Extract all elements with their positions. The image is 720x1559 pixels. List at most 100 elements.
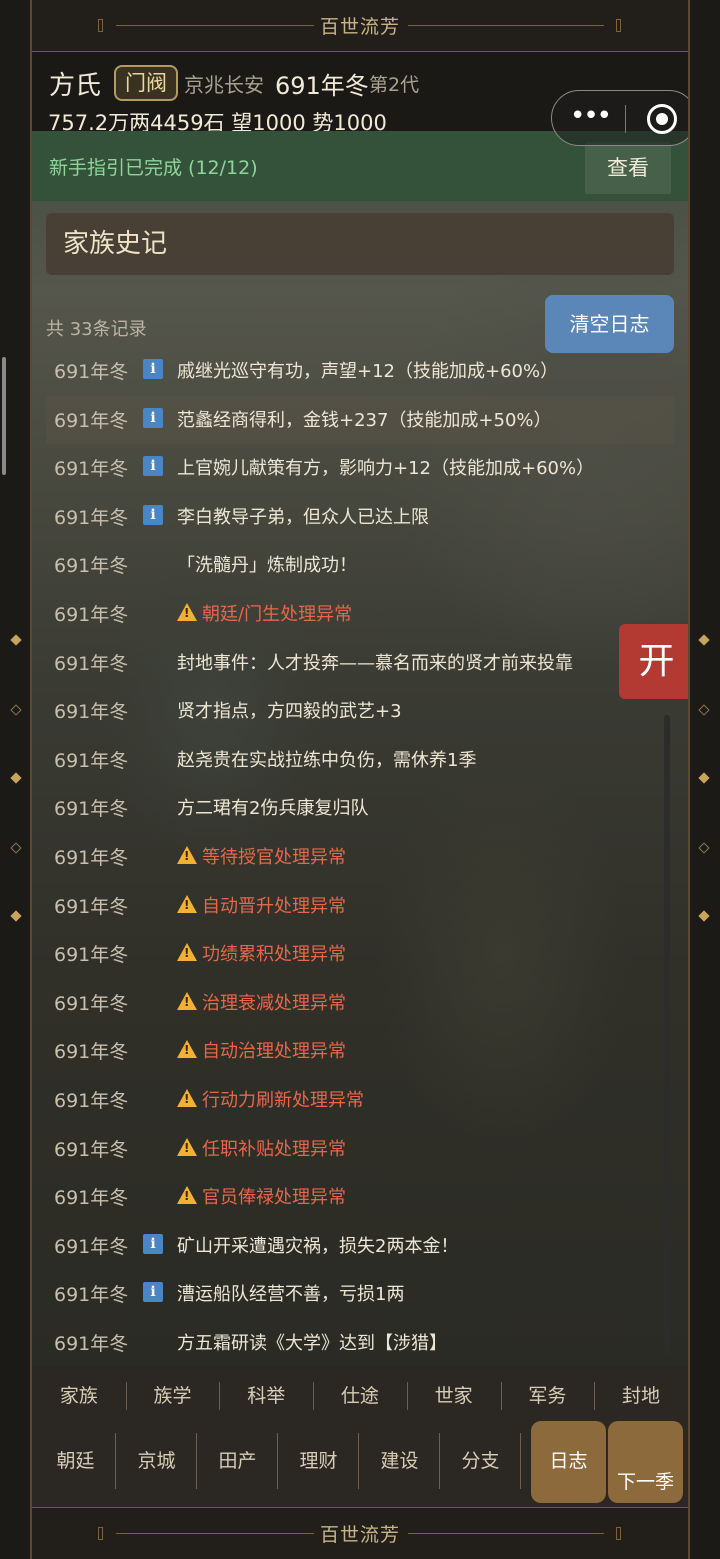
warning-icon: [177, 991, 197, 1010]
log-message: 自动晋升处理异常: [202, 895, 346, 917]
warning-icon: [177, 1040, 197, 1059]
log-message: 贤才指点，方四毅的武艺+3: [177, 701, 402, 723]
log-entry: 691年冬 i 漕运船队经营不善，亏损1两: [46, 1270, 674, 1319]
nav-divider: [313, 1382, 315, 1410]
nav-divider: [406, 1382, 408, 1410]
nav-tab[interactable]: 朝廷: [35, 1421, 116, 1503]
log-entry: 691年冬 行动力刷新处理异常: [46, 1076, 674, 1125]
log-message: 李白教导子弟，但众人已达上限: [177, 506, 429, 528]
log-time: 691年冬: [54, 1332, 129, 1355]
nav-divider: [520, 1433, 521, 1489]
nav-tab[interactable]: 科举: [219, 1374, 313, 1418]
main-screen: 方氏 门阀 京兆长安 691年冬 第2代 757.2万两4459石 望1000 …: [32, 53, 688, 1366]
next-season-button[interactable]: 下一季: [608, 1421, 683, 1503]
warning-icon: [177, 602, 197, 621]
warning-icon: [177, 1186, 197, 1205]
open-button[interactable]: 开: [619, 624, 688, 699]
nav-tab[interactable]: 世家: [407, 1374, 501, 1418]
log-message: 朝廷/门生处理异常: [202, 603, 353, 625]
log-entry: 691年冬 i 矿山开采遭遇灾祸，损失2两本金！: [46, 1222, 674, 1271]
nav-row-secondary: 下一季 朝廷 京城 田产 理财 建设 分支 日志: [32, 1421, 688, 1503]
more-dots-icon[interactable]: •••: [570, 101, 612, 131]
ornament-diamond: [698, 704, 710, 716]
page-scrollbar[interactable]: [2, 357, 6, 475]
log-entry: 691年冬 贤才指点，方四毅的武艺+3: [46, 687, 674, 736]
log-entry: 691年冬 方五霜研读《大学》达到【涉猎】: [46, 1319, 674, 1366]
clear-log-button[interactable]: 清空日志: [545, 295, 674, 353]
target-circle-icon[interactable]: [647, 104, 677, 134]
ornament-diamond: [10, 910, 22, 922]
nav-divider: [125, 1382, 127, 1410]
nav-tab[interactable]: 仕途: [313, 1374, 407, 1418]
log-message: 戚继光巡守有功，声望+12（技能加成+60%）: [177, 361, 559, 382]
nav-tab[interactable]: 家族: [32, 1374, 126, 1418]
log-scrollbar[interactable]: [664, 715, 670, 1355]
log-time: 691年冬: [54, 458, 129, 481]
log-message: 矿山开采遭遇灾祸，损失2两本金！: [177, 1235, 459, 1257]
info-icon: i: [143, 359, 163, 379]
miniprogram-capsule: •••: [551, 90, 688, 146]
nav-tab[interactable]: 军务: [501, 1374, 595, 1418]
log-time: 691年冬: [54, 1041, 129, 1064]
nav-tab[interactable]: 封地: [594, 1374, 688, 1418]
log-entry: 691年冬 「洗髓丹」炼制成功！: [46, 541, 674, 590]
info-icon: i: [143, 504, 163, 525]
log-entry: 691年冬 朝廷/门生处理异常: [46, 590, 674, 639]
nav-divider: [500, 1382, 502, 1410]
nav-tab-active[interactable]: 日志: [531, 1421, 606, 1503]
log-time: 691年冬: [54, 1089, 129, 1112]
nav-tab[interactable]: 分支: [440, 1421, 521, 1503]
warning-icon: [177, 1088, 197, 1107]
tutorial-status: 新手指引已完成 (12/12): [49, 157, 258, 179]
ornament-diamond: [698, 772, 710, 784]
log-entry: 691年冬 任职补贴处理异常: [46, 1125, 674, 1174]
nav-tab[interactable]: 理财: [278, 1421, 359, 1503]
nav-divider: [594, 1382, 596, 1410]
ornament-diamond: [10, 842, 22, 854]
nav-tab[interactable]: 族学: [126, 1374, 220, 1418]
log-message: 行动力刷新处理异常: [202, 1089, 364, 1111]
nav-tab[interactable]: 建设: [359, 1421, 440, 1503]
log-message: 上官婉儿献策有方，影响力+12（技能加成+60%）: [177, 458, 595, 480]
log-time: 691年冬: [54, 506, 129, 529]
log-time: 691年冬: [54, 652, 129, 675]
view-guide-button[interactable]: 查看: [585, 142, 671, 194]
log-message: 任职补贴处理异常: [202, 1138, 346, 1160]
log-entry: 691年冬 自动晋升处理异常: [46, 882, 674, 931]
log-entry: 691年冬 i 范蠡经商得利，金钱+237（技能加成+50%）: [46, 395, 674, 445]
log-entry: 691年冬 治理衰减处理异常: [46, 979, 674, 1028]
log-entry: 691年冬 i 戚继光巡守有功，声望+12（技能加成+60%）: [46, 347, 674, 396]
log-time: 691年冬: [54, 1138, 129, 1161]
info-icon: i: [143, 456, 163, 477]
log-message: 等待授官处理异常: [202, 846, 346, 868]
nav-tab[interactable]: 田产: [197, 1421, 278, 1503]
family-name: 方氏: [49, 71, 102, 101]
log-message: 漕运船队经营不善，亏损1两: [177, 1284, 405, 1306]
ornament-diamond: [698, 842, 710, 854]
year-label: 691年冬: [275, 72, 369, 100]
log-entry: 691年冬 自动治理处理异常: [46, 1027, 674, 1076]
log-time: 691年冬: [54, 361, 129, 383]
warning-icon: [177, 943, 197, 962]
right-frame-rail: [688, 0, 690, 1559]
capsule-divider: [625, 105, 626, 133]
nav-tab[interactable]: 京城: [116, 1421, 197, 1503]
generation-label: 第2代: [369, 74, 420, 96]
log-message: 赵尧贵在实战拉练中负伤，需休养1季: [177, 749, 477, 771]
section-title: 家族史记: [46, 213, 674, 275]
log-time: 691年冬: [54, 701, 129, 724]
rank-badge: 门阀: [114, 65, 178, 101]
ornament-diamond: [698, 634, 710, 646]
log-time: 691年冬: [54, 603, 129, 626]
bottom-title-bar: 百世流芳: [32, 1507, 688, 1559]
log-message: 封地事件：人才投奔——慕名而来的贤才前来投靠: [177, 652, 573, 674]
frame-cap: [616, 19, 621, 32]
info-icon: i: [143, 1282, 163, 1303]
info-icon: i: [143, 1233, 163, 1254]
warning-icon: [177, 1137, 197, 1156]
ornament-diamond: [10, 704, 22, 716]
log-time: 691年冬: [54, 944, 129, 967]
nav-divider: [439, 1433, 440, 1489]
frame-cap: [616, 1527, 621, 1540]
log-time: 691年冬: [54, 1284, 129, 1307]
